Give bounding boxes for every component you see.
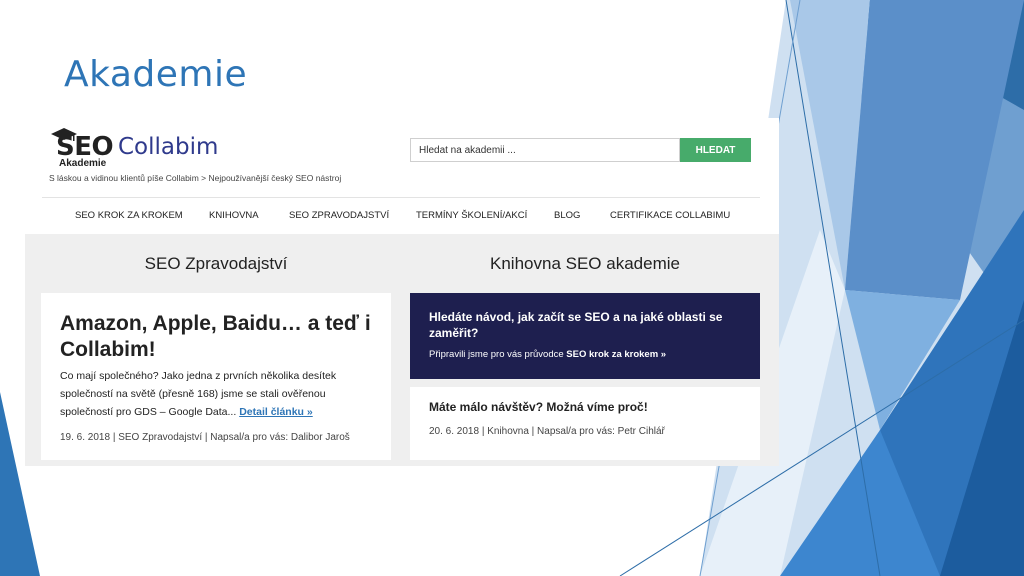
search-button[interactable]: HLEDAT — [680, 138, 751, 162]
promo-text-label: Připravili jsme pro vás průvodce — [429, 349, 564, 360]
article-detail-link[interactable]: Detail článku » — [239, 406, 313, 418]
nav-item-seo-krok[interactable]: SEO KROK ZA KROKEM — [75, 210, 183, 221]
right-column-heading: Knihovna SEO akademie — [490, 254, 680, 273]
logo-akademie-text: Akademie — [59, 158, 107, 169]
site-tagline: S láskou a vidinou klientů píše Collabim… — [49, 173, 342, 183]
library-article-title[interactable]: Máte málo návštěv? Možná víme proč! — [429, 400, 648, 414]
article-meta: 19. 6. 2018 | SEO Zpravodajství | Napsal… — [60, 432, 350, 443]
header-divider — [42, 197, 760, 198]
search-input[interactable] — [410, 138, 680, 162]
left-column-heading: SEO Zpravodajství — [144, 254, 288, 273]
library-article-meta: 20. 6. 2018 | Knihovna | Napsal/a pro vá… — [429, 426, 665, 437]
library-article-card: Máte málo návštěv? Možná víme proč! 20. … — [410, 387, 760, 460]
nav-item-certifikace[interactable]: CERTIFIKACE COLLABIMU — [610, 210, 730, 221]
main-nav: SEO KROK ZA KROKEM KNIHOVNA SEO ZPRAVODA… — [25, 210, 779, 224]
nav-item-terminy[interactable]: TERMÍNY ŠKOLENÍ/AKCÍ — [416, 210, 527, 221]
promo-link[interactable]: SEO krok za krokem » — [566, 349, 666, 360]
logo-brand-text: Collabim — [118, 134, 219, 160]
promo-text: Připravili jsme pro vás průvodce SEO kro… — [429, 349, 666, 360]
news-article-card: Amazon, Apple, Baidu… a teď i Collabim! … — [41, 293, 391, 460]
article-title[interactable]: Amazon, Apple, Baidu… a teď i Collabim! — [60, 311, 380, 363]
article-excerpt: Co mají společného? Jako jedna z prvních… — [60, 367, 360, 421]
promo-title[interactable]: Hledáte návod, jak začít se SEO a na jak… — [429, 309, 729, 341]
slide-title: Akademie — [64, 54, 248, 95]
nav-item-blog[interactable]: BLOG — [554, 210, 580, 221]
website-screenshot: SEO Collabim Akademie S láskou a vidinou… — [25, 118, 779, 466]
nav-item-knihovna[interactable]: KNIHOVNA — [209, 210, 259, 221]
nav-item-seo-zpravodajstvi[interactable]: SEO ZPRAVODAJSTVÍ — [289, 210, 389, 221]
promo-card[interactable]: Hledáte návod, jak začít se SEO a na jak… — [410, 293, 760, 379]
